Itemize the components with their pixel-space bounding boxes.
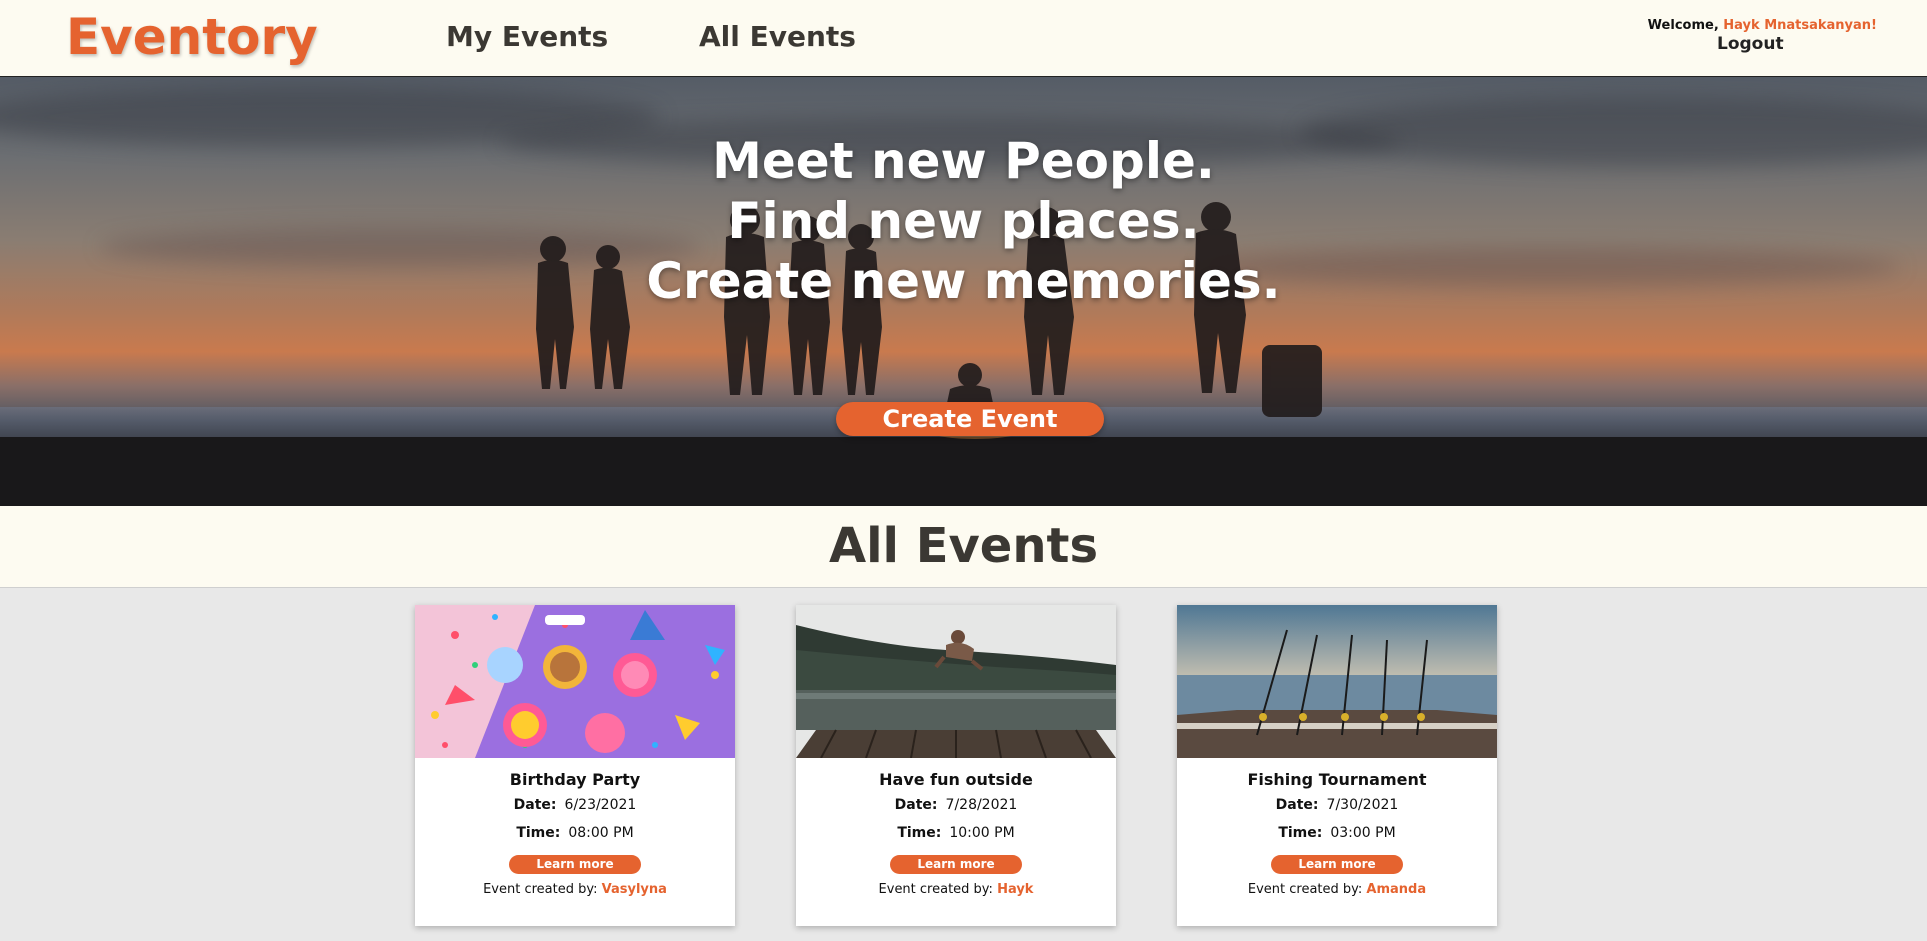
logo[interactable]: Eventory bbox=[66, 8, 318, 66]
event-card: Fishing Tournament Date: 7/30/2021 Time: 0… bbox=[1177, 605, 1497, 926]
event-card: Birthday Party Date: 6/23/2021 Time: 08:00… bbox=[415, 605, 735, 926]
event-creator: Event created by: Amanda bbox=[1177, 882, 1497, 897]
all-events-header: All Events bbox=[0, 506, 1927, 588]
section-title: All Events bbox=[828, 518, 1099, 574]
time-label: Time: bbox=[516, 825, 561, 841]
nav-link-all-events[interactable]: All Events bbox=[699, 20, 856, 53]
creator-name[interactable]: Amanda bbox=[1366, 882, 1426, 897]
logout-link[interactable]: Logout bbox=[1717, 34, 1784, 54]
date-value: 6/23/2021 bbox=[564, 797, 637, 813]
event-date: Date: 7/30/2021 bbox=[1177, 797, 1497, 813]
event-date: Date: 6/23/2021 bbox=[415, 797, 735, 813]
event-image bbox=[1177, 605, 1497, 758]
date-value: 7/28/2021 bbox=[945, 797, 1018, 813]
welcome-text: Welcome, Hayk Mnatsakanyan! bbox=[1648, 18, 1877, 33]
event-creator: Event created by: Hayk bbox=[796, 882, 1116, 897]
time-value: 10:00 PM bbox=[949, 825, 1015, 841]
fishing-boat-photo bbox=[1177, 605, 1497, 758]
time-value: 03:00 PM bbox=[1330, 825, 1396, 841]
hero-banner: Meet new People. Find new places. Create… bbox=[0, 76, 1927, 506]
event-creator: Event created by: Vasylyna bbox=[415, 882, 735, 897]
hero-line-2: Find new places. bbox=[727, 192, 1200, 250]
learn-more-button[interactable]: Learn more bbox=[509, 855, 641, 874]
date-label: Date: bbox=[513, 797, 557, 813]
event-card: Have fun outside Date: 7/28/2021 Time: 10:… bbox=[796, 605, 1116, 926]
date-label: Date: bbox=[1275, 797, 1319, 813]
party-table-photo bbox=[415, 605, 735, 758]
date-label: Date: bbox=[894, 797, 938, 813]
learn-more-button[interactable]: Learn more bbox=[1271, 855, 1403, 874]
event-image bbox=[796, 605, 1116, 758]
welcome-prefix: Welcome, bbox=[1647, 18, 1724, 33]
event-time: Time: 08:00 PM bbox=[415, 825, 735, 841]
lake-jump-photo bbox=[796, 605, 1116, 758]
event-title: Fishing Tournament bbox=[1247, 770, 1427, 789]
creator-name[interactable]: Hayk bbox=[997, 882, 1033, 897]
event-title: Birthday Party bbox=[509, 770, 641, 789]
event-title: Have fun outside bbox=[879, 770, 1033, 789]
hero-headline: Meet new People. Find new places. Create… bbox=[0, 131, 1927, 311]
created-by-label: Event created by: bbox=[483, 882, 602, 897]
event-time: Time: 10:00 PM bbox=[796, 825, 1116, 841]
username: Hayk Mnatsakanyan! bbox=[1723, 18, 1877, 33]
date-value: 7/30/2021 bbox=[1326, 797, 1399, 813]
event-time: Time: 03:00 PM bbox=[1177, 825, 1497, 841]
created-by-label: Event created by: bbox=[878, 882, 998, 897]
learn-more-button[interactable]: Learn more bbox=[890, 855, 1022, 874]
navbar: Eventory My Events All Events Welcome, H… bbox=[0, 0, 1927, 76]
time-value: 08:00 PM bbox=[568, 825, 634, 841]
nav-link-my-events[interactable]: My Events bbox=[446, 20, 608, 53]
creator-name[interactable]: Vasylyna bbox=[602, 882, 667, 897]
event-date: Date: 7/28/2021 bbox=[796, 797, 1116, 813]
create-event-button[interactable]: Create Event bbox=[836, 402, 1104, 436]
hero-line-1: Meet new People. bbox=[712, 132, 1215, 190]
time-label: Time: bbox=[897, 825, 942, 841]
created-by-label: Event created by: bbox=[1247, 882, 1367, 897]
event-image bbox=[415, 605, 735, 758]
time-label: Time: bbox=[1278, 825, 1323, 841]
hero-line-3: Create new memories. bbox=[646, 252, 1281, 310]
